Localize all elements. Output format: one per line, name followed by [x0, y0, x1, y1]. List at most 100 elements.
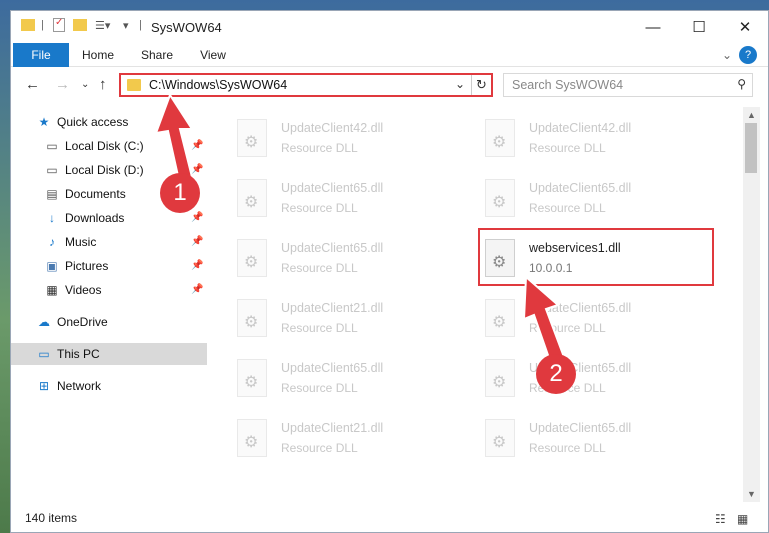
- file-description: Resource DLL: [529, 441, 606, 455]
- details-view-icon[interactable]: ☷: [715, 512, 726, 526]
- file-name: UpdateClient42.dll: [281, 121, 384, 135]
- drive-icon: ▭: [46, 163, 58, 177]
- file-description: Resource DLL: [281, 261, 358, 275]
- status-bar: 140 items ☷ ▦: [11, 504, 768, 532]
- folder-icon: [127, 79, 141, 91]
- file-item[interactable]: ⚙ UpdateClient21.dll Resource DLL: [217, 413, 457, 467]
- videos-icon: ▦: [46, 283, 58, 297]
- dll-file-icon: ⚙: [485, 119, 515, 157]
- file-description: Resource DLL: [281, 201, 358, 215]
- vertical-scrollbar[interactable]: ▲ ▼: [743, 107, 760, 502]
- pin-icon[interactable]: 📌: [191, 255, 203, 277]
- file-item[interactable]: ⚙ UpdateClient65.dll Resource DLL: [465, 293, 705, 347]
- file-description: Resource DLL: [529, 141, 606, 155]
- search-box[interactable]: Search SysWOW64 ⚲: [503, 73, 753, 97]
- sidebar-item-this-pc[interactable]: ▭ This PC: [11, 343, 207, 365]
- cloud-icon: ☁: [38, 315, 50, 329]
- recent-locations-icon[interactable]: ⌄: [81, 79, 89, 90]
- computer-icon: ▭: [38, 347, 50, 361]
- dll-file-icon: ⚙: [485, 299, 515, 337]
- forward-icon[interactable]: →: [55, 76, 70, 93]
- tab-file[interactable]: File: [13, 43, 69, 67]
- music-icon: ♪: [49, 235, 55, 249]
- item-count: 140 items: [25, 511, 78, 525]
- file-name: UpdateClient65.dll: [529, 181, 632, 195]
- file-item[interactable]: ⚙ UpdateClient42.dll Resource DLL: [465, 113, 705, 167]
- ribbon-tabs: File Home Share View ⌄ ?: [11, 43, 768, 67]
- customize-icon[interactable]: ☰▾: [95, 19, 110, 32]
- file-item[interactable]: ⚙ UpdateClient65.dll Resource DLL: [217, 353, 457, 407]
- dropdown-icon[interactable]: ▾: [123, 19, 129, 32]
- file-item[interactable]: ⚙ UpdateClient21.dll Resource DLL: [217, 293, 457, 347]
- sidebar-item-music[interactable]: ♪ Music 📌: [11, 231, 207, 253]
- sidebar-item-label: Quick access: [57, 115, 129, 129]
- search-icon[interactable]: ⚲: [737, 77, 746, 91]
- file-name: UpdateClient65.dll: [281, 181, 384, 195]
- pin-icon[interactable]: 📌: [191, 231, 203, 253]
- dll-file-icon: ⚙: [237, 119, 267, 157]
- maximize-button[interactable]: ☐: [676, 11, 722, 43]
- file-description: Resource DLL: [281, 441, 358, 455]
- dll-file-icon: ⚙: [237, 419, 267, 457]
- address-path[interactable]: C:\Windows\SysWOW64: [149, 78, 287, 92]
- search-input[interactable]: Search SysWOW64: [512, 78, 623, 92]
- sidebar-item-label: Network: [57, 379, 102, 393]
- sidebar-item-label: This PC: [57, 347, 100, 361]
- tab-home[interactable]: Home: [77, 43, 119, 67]
- divider-icon: |: [139, 19, 142, 31]
- callout-badge-1: 1: [160, 173, 200, 213]
- navigation-bar: ← → ⌄ ↑ C:\Windows\SysWOW64 ⌄ ↻ Search S…: [11, 68, 768, 102]
- pin-icon[interactable]: 📌: [191, 279, 203, 301]
- file-name: UpdateClient42.dll: [529, 121, 632, 135]
- file-item[interactable]: ⚙ UpdateClient65.dll Resource DLL: [217, 173, 457, 227]
- scroll-up-icon[interactable]: ▲: [743, 107, 760, 123]
- dll-file-icon: ⚙: [237, 179, 267, 217]
- scroll-thumb[interactable]: [745, 123, 757, 173]
- chevron-down-icon[interactable]: ⌄: [455, 77, 465, 91]
- sidebar-item-pictures[interactable]: ▣ Pictures 📌: [11, 255, 207, 277]
- tab-share[interactable]: Share: [135, 43, 179, 67]
- file-item[interactable]: ⚙ UpdateClient65.dll Resource DLL: [217, 233, 457, 287]
- tab-view[interactable]: View: [195, 43, 231, 67]
- scroll-down-icon[interactable]: ▼: [743, 486, 760, 502]
- sidebar-item-label: OneDrive: [57, 315, 108, 329]
- drive-icon: ▭: [46, 139, 58, 153]
- file-item[interactable]: ⚙ UpdateClient65.dll Resource DLL: [465, 353, 705, 407]
- new-folder-icon[interactable]: [73, 19, 87, 31]
- sidebar-item-network[interactable]: ⊞ Network: [11, 375, 207, 397]
- help-icon[interactable]: ?: [739, 46, 757, 64]
- expand-ribbon-icon[interactable]: ⌄: [719, 43, 735, 67]
- file-description: Resource DLL: [281, 141, 358, 155]
- file-item[interactable]: ⚙ UpdateClient42.dll Resource DLL: [217, 113, 457, 167]
- star-icon: ★: [38, 115, 50, 129]
- file-name: UpdateClient65.dll: [529, 421, 632, 435]
- properties-icon[interactable]: ✓: [53, 17, 65, 32]
- file-name: UpdateClient21.dll: [281, 421, 384, 435]
- dll-file-icon: ⚙: [485, 419, 515, 457]
- address-bar[interactable]: C:\Windows\SysWOW64 ⌄ ↻: [119, 73, 493, 97]
- title-bar: | ✓ ☰▾ ▾ | SysWOW64 — ☐ ✕: [11, 11, 768, 43]
- file-name: UpdateClient21.dll: [281, 301, 384, 315]
- tiles-view-icon[interactable]: ▦: [737, 512, 748, 526]
- dll-file-icon: ⚙: [485, 359, 515, 397]
- file-item[interactable]: ⚙ UpdateClient65.dll Resource DLL: [465, 413, 705, 467]
- sidebar-item-onedrive[interactable]: ☁ OneDrive: [11, 311, 207, 333]
- minimize-button[interactable]: —: [630, 11, 676, 43]
- sidebar-item-label: Documents: [65, 187, 126, 201]
- back-icon[interactable]: ←: [25, 76, 40, 93]
- pin-icon[interactable]: 📌: [191, 207, 203, 229]
- dll-file-icon: ⚙: [237, 359, 267, 397]
- dll-file-icon: ⚙: [485, 179, 515, 217]
- sidebar-item-label: Local Disk (C:): [65, 139, 144, 153]
- sidebar-item-label: Pictures: [65, 259, 109, 273]
- network-icon: ⊞: [38, 379, 50, 393]
- up-icon[interactable]: ↑: [99, 76, 107, 93]
- close-button[interactable]: ✕: [722, 11, 768, 43]
- sidebar-item-videos[interactable]: ▦ Videos 📌: [11, 279, 207, 301]
- folder-icon[interactable]: [21, 19, 35, 31]
- file-description: Resource DLL: [281, 381, 358, 395]
- divider-icon: |: [41, 19, 44, 31]
- refresh-icon[interactable]: ↻: [471, 75, 491, 95]
- sidebar-item-label: Videos: [65, 283, 102, 297]
- file-item[interactable]: ⚙ UpdateClient65.dll Resource DLL: [465, 173, 705, 227]
